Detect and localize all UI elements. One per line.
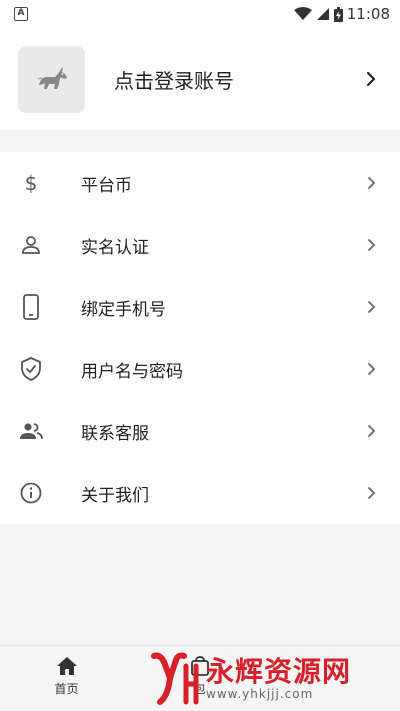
- menu-item-about-us[interactable]: 关于我们: [0, 462, 400, 524]
- chevron-right-icon: [367, 363, 375, 375]
- settings-menu: $ 平台币 实名认证 绑定手机号 用户名与密码 联系客服 关于我们: [0, 152, 400, 524]
- menu-item-contact-support[interactable]: 联系客服: [0, 400, 400, 462]
- menu-item-label: 用户名与密码: [81, 361, 183, 382]
- wifi-icon: [293, 7, 312, 20]
- home-icon: [56, 657, 77, 675]
- nav-item-home[interactable]: 首页: [0, 646, 133, 711]
- people-icon: [20, 423, 43, 440]
- battery-icon: [333, 6, 343, 22]
- chevron-right-icon: [367, 425, 375, 437]
- watermark: 永辉资源网 www.yhkjjj.com: [150, 650, 390, 708]
- dollar-icon: $: [25, 172, 38, 194]
- avatar[interactable]: [18, 45, 85, 113]
- phone-icon: [23, 294, 39, 320]
- nav-label: 首页: [54, 682, 79, 696]
- clock-time: 11:08: [346, 5, 390, 23]
- status-bar: A 11:08: [0, 0, 400, 28]
- chevron-right-icon: [367, 239, 375, 251]
- menu-item-platform-coin[interactable]: $ 平台币: [0, 152, 400, 214]
- chevron-right-icon: [367, 301, 375, 313]
- info-icon: [20, 482, 42, 504]
- person-icon: [22, 236, 40, 254]
- watermark-site-name: 永辉资源网: [206, 655, 352, 688]
- unicorn-icon: [36, 67, 67, 89]
- menu-item-real-name[interactable]: 实名认证: [0, 214, 400, 276]
- signal-icon: [316, 8, 329, 20]
- watermark-logo: [151, 652, 199, 705]
- login-header[interactable]: 点击登录账号: [0, 28, 400, 130]
- chevron-right-icon: [366, 71, 376, 87]
- menu-item-label: 绑定手机号: [81, 299, 166, 320]
- menu-item-label: 实名认证: [81, 237, 149, 258]
- svg-text:$: $: [25, 172, 38, 194]
- watermark-url: www.yhkjjj.com: [206, 687, 314, 701]
- login-prompt[interactable]: 点击登录账号: [114, 65, 360, 94]
- menu-item-label: 平台币: [81, 175, 132, 196]
- notification-icon: A: [14, 7, 28, 21]
- shield-check-icon: [21, 357, 41, 381]
- menu-item-username-password[interactable]: 用户名与密码: [0, 338, 400, 400]
- menu-item-label: 关于我们: [81, 485, 149, 506]
- menu-item-label: 联系客服: [81, 423, 149, 444]
- chevron-right-icon: [367, 487, 375, 499]
- menu-item-bind-phone[interactable]: 绑定手机号: [0, 276, 400, 338]
- chevron-right-icon: [367, 177, 375, 189]
